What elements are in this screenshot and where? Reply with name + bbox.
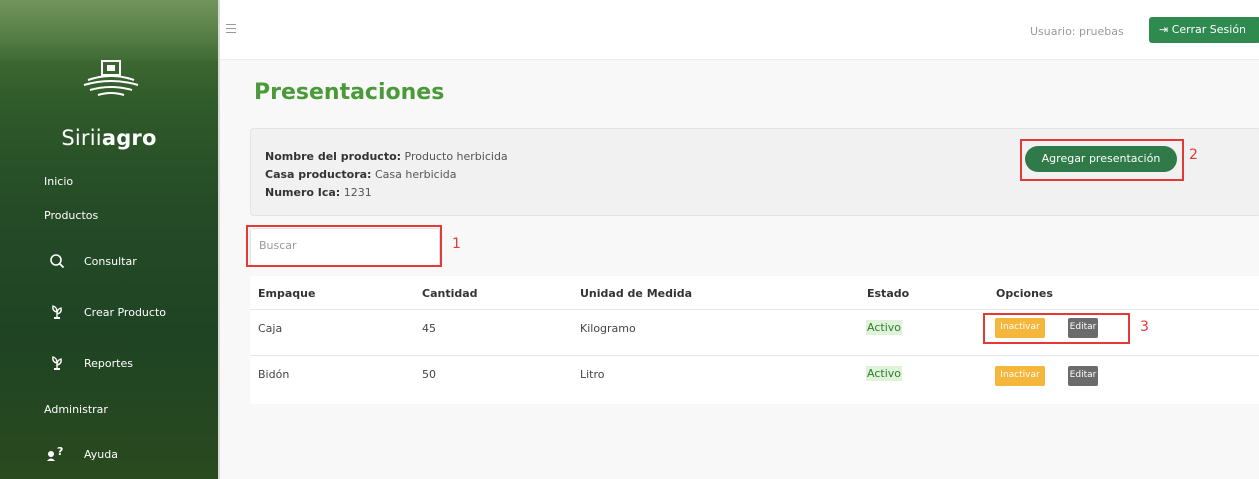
column-header-unidad[interactable]: Unidad de Medida	[580, 287, 692, 300]
cell-empaque: Caja	[258, 322, 283, 335]
sidebar-item-ayuda[interactable]: Ayuda	[84, 448, 118, 461]
cell-cantidad: 45	[422, 322, 436, 335]
logout-icon: ⇥	[1159, 23, 1169, 36]
sidebar-item-inicio[interactable]: Inicio	[44, 175, 73, 188]
brand-logo[interactable]: Siriiagro	[0, 60, 218, 170]
logout-label: Cerrar Sesión	[1171, 23, 1247, 36]
column-header-empaque[interactable]: Empaque	[258, 287, 315, 300]
column-header-cantidad[interactable]: Cantidad	[422, 287, 478, 300]
farm-logo-icon	[83, 60, 139, 96]
product-name-line: Nombre del producto: Producto herbicida	[265, 150, 508, 163]
column-header-estado[interactable]: Estado	[867, 287, 909, 300]
brand-name-light: Sirii	[61, 126, 102, 150]
sidebar-section-administrar[interactable]: Administrar	[44, 403, 108, 416]
sidebar-item-crear-producto[interactable]: Crear Producto	[84, 306, 166, 319]
brand-name: Siriiagro	[0, 126, 218, 150]
help-icon: ?	[47, 445, 63, 461]
product-maker-value: Casa herbicida	[374, 168, 457, 181]
status-badge: Activo	[866, 366, 902, 381]
inactivate-button[interactable]: Inactivar	[995, 366, 1045, 386]
plant-icon	[52, 356, 62, 370]
sidebar: Siriiagro Inicio Productos Consultar Cre…	[0, 0, 218, 479]
plant-icon	[52, 305, 62, 319]
product-maker-label: Casa productora:	[265, 168, 372, 181]
product-ica-label: Numero Ica:	[265, 186, 341, 199]
cell-unidad: Kilogramo	[580, 322, 636, 335]
product-name-label: Nombre del producto:	[265, 150, 402, 163]
product-ica-value: 1231	[343, 186, 372, 199]
callout-number-3: 3	[1140, 319, 1149, 335]
sidebar-section-productos[interactable]: Productos	[44, 209, 98, 222]
status-badge: Activo	[866, 320, 902, 335]
column-header-opciones[interactable]: Opciones	[996, 287, 1053, 300]
cell-empaque: Bidón	[258, 368, 290, 381]
brand-name-bold: agro	[101, 126, 157, 150]
menu-toggle-icon[interactable]	[226, 24, 236, 33]
logout-button[interactable]: ⇥ Cerrar Sesión	[1149, 17, 1259, 43]
sidebar-item-reportes[interactable]: Reportes	[84, 357, 133, 370]
cell-cantidad: 50	[422, 368, 436, 381]
main-content	[220, 60, 1259, 479]
current-user: Usuario: pruebas	[1030, 25, 1124, 38]
search-icon	[50, 254, 65, 269]
product-name-value: Producto herbicida	[404, 150, 508, 163]
callout-number-1: 1	[452, 236, 461, 252]
user-label: Usuario:	[1030, 25, 1076, 38]
header-divider	[250, 309, 1259, 310]
svg-text:?: ?	[57, 445, 63, 458]
edit-button[interactable]: Editar	[1068, 366, 1098, 386]
row-divider	[250, 355, 1259, 356]
product-ica-line: Numero Ica: 1231	[265, 186, 372, 199]
callout-box-3	[983, 313, 1130, 344]
sidebar-item-consultar[interactable]: Consultar	[84, 255, 137, 268]
user-name: pruebas	[1079, 25, 1124, 38]
cell-unidad: Litro	[580, 368, 605, 381]
callout-box-1	[246, 225, 442, 267]
callout-box-2	[1020, 139, 1184, 181]
product-maker-line: Casa productora: Casa herbicida	[265, 168, 456, 181]
callout-number-2: 2	[1189, 147, 1198, 163]
page-title: Presentaciones	[254, 80, 445, 105]
